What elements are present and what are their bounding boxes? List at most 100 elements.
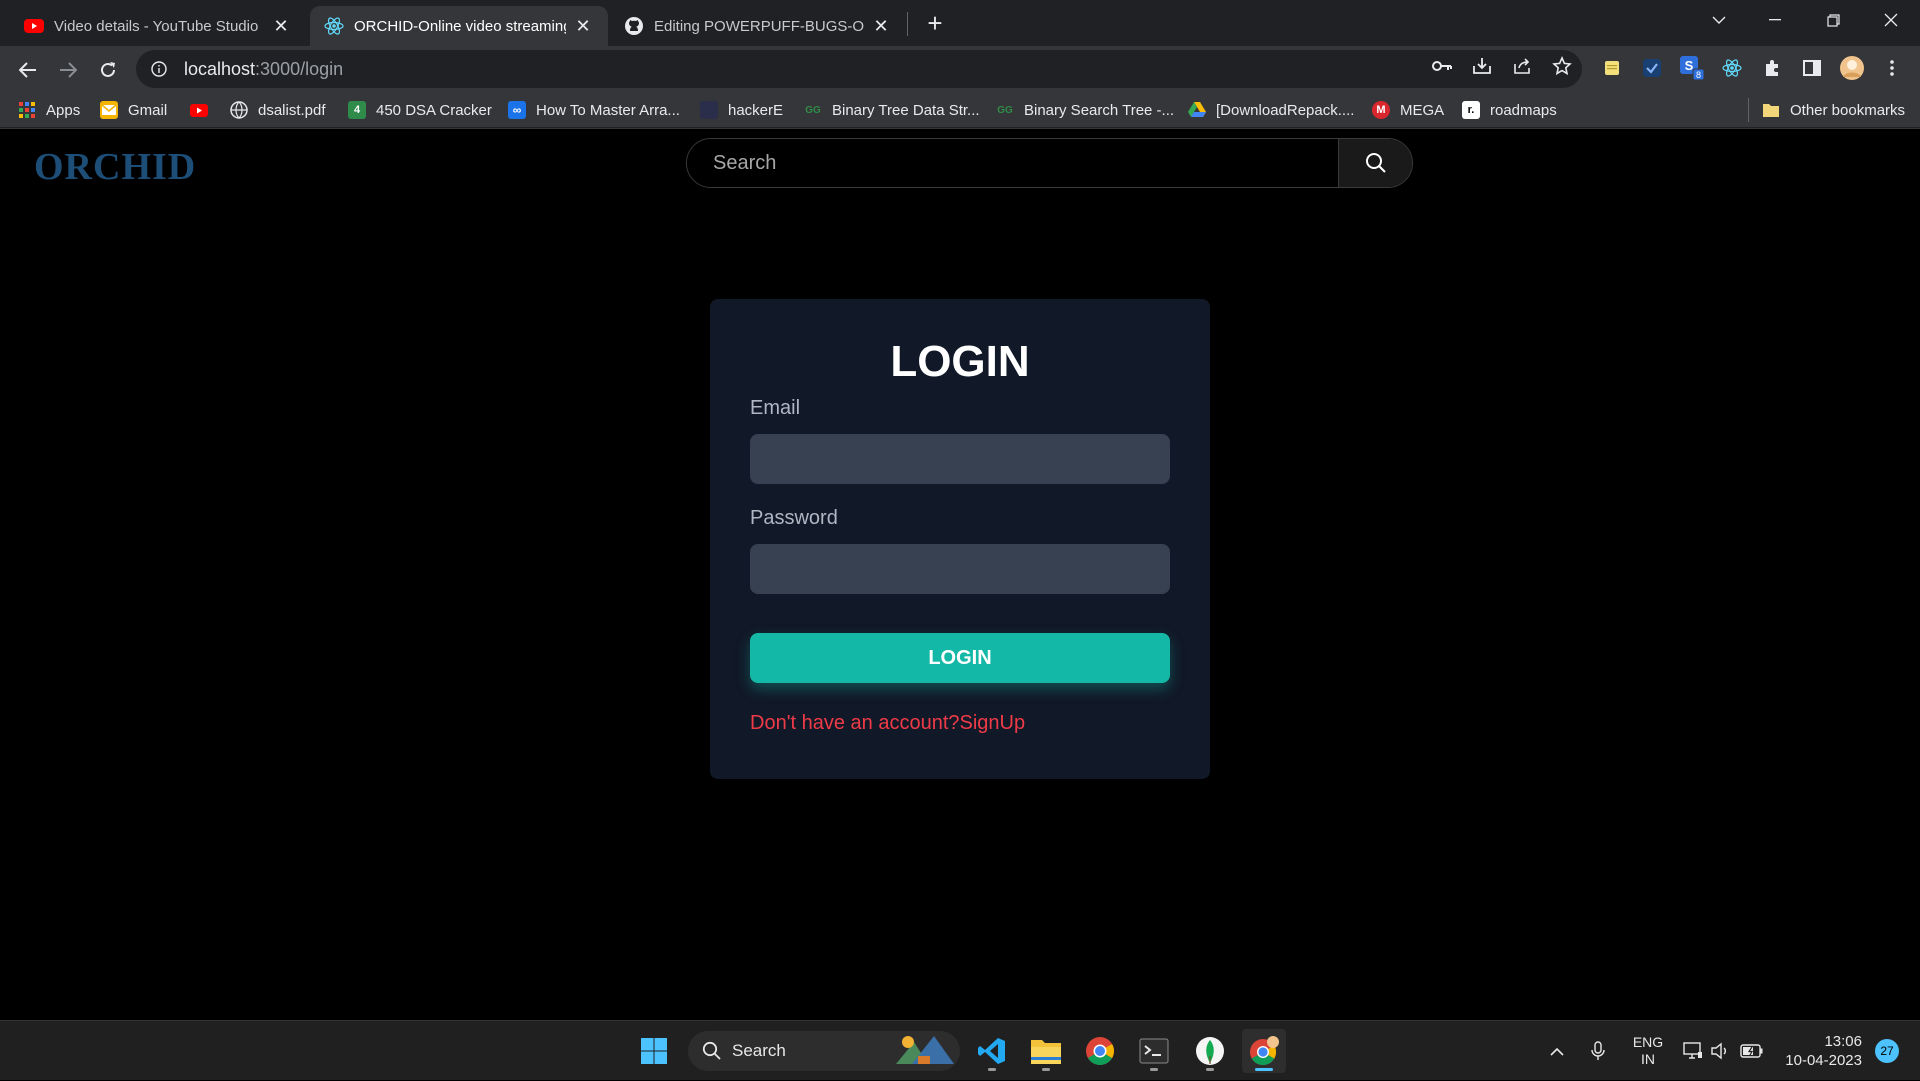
taskbar-search[interactable]: Search <box>688 1031 960 1071</box>
network-icon[interactable] <box>1680 1021 1706 1081</box>
bookmark-roadmaps[interactable]: r. roadmaps <box>1462 98 1557 122</box>
youtube-icon <box>190 101 208 119</box>
bookmark-apps[interactable]: Apps <box>18 98 80 122</box>
login-button[interactable]: LOGIN <box>750 633 1170 683</box>
bookmark-divider <box>1748 98 1749 122</box>
bookmark-dsalist[interactable]: dsalist.pdf <box>230 98 326 122</box>
bookmark-label: hackerE <box>728 101 784 119</box>
chrome-active-taskbar-icon[interactable] <box>1242 1029 1286 1073</box>
side-panel-icon[interactable] <box>1798 54 1826 82</box>
bookmark-label: Apps <box>46 101 81 119</box>
clock-date: 10-04-2023 <box>1785 1052 1862 1069</box>
tab-title: Editing POWERPUFF-BUGS-ORCHID <box>654 17 864 35</box>
bookmark-label: Binary Tree Data Str... <box>832 101 980 119</box>
bookmark-binary-search-tree[interactable]: GG Binary Search Tree -... <box>996 98 1174 122</box>
react-devtools-icon[interactable] <box>1718 54 1746 82</box>
taskbar-search-label: Search <box>732 1041 786 1060</box>
site-search-button[interactable] <box>1338 139 1412 187</box>
key-icon[interactable] <box>1430 54 1454 78</box>
share-icon[interactable] <box>1510 54 1534 78</box>
volume-icon[interactable] <box>1708 1021 1732 1081</box>
puzzle-extensions-icon[interactable] <box>1758 54 1786 82</box>
close-icon[interactable]: ✕ <box>270 15 292 37</box>
bookmark-youtube[interactable] <box>190 98 218 122</box>
bookmark-master-array[interactable]: ∞ How To Master Arra... <box>508 98 680 122</box>
install-app-icon[interactable] <box>1470 54 1494 78</box>
bookmark-other-bookmarks[interactable]: Other bookmarks <box>1762 98 1905 122</box>
file-explorer-taskbar-icon[interactable] <box>1024 1029 1068 1073</box>
email-field[interactable] <box>750 434 1170 484</box>
battery-icon[interactable] <box>1738 1021 1766 1081</box>
close-window-button[interactable] <box>1862 0 1920 40</box>
bookmark-label: Other bookmarks <box>1790 101 1906 119</box>
chrome-taskbar-icon[interactable] <box>1078 1029 1122 1073</box>
close-icon[interactable]: ✕ <box>870 15 892 37</box>
star-icon[interactable] <box>1550 54 1574 78</box>
minimize-button[interactable] <box>1746 0 1804 40</box>
apps-grid-icon <box>18 101 36 119</box>
forward-button[interactable] <box>52 54 84 86</box>
start-button[interactable] <box>632 1029 676 1073</box>
clock-time: 13:06 <box>1824 1033 1862 1050</box>
running-indicator <box>1206 1068 1214 1071</box>
svg-text:8: 8 <box>1696 70 1701 80</box>
checkmark-extension-icon[interactable] <box>1638 54 1666 82</box>
running-indicator <box>1150 1068 1158 1071</box>
signup-link[interactable]: Don't have an account?SignUp <box>750 712 1025 735</box>
windows-taskbar: Search ENG IN 13:06 10-04-2023 27 <box>0 1020 1920 1080</box>
microphone-icon[interactable] <box>1586 1021 1610 1081</box>
url-path: :3000/login <box>255 58 344 79</box>
bookmark-binary-tree[interactable]: GG Binary Tree Data Str... <box>804 98 980 122</box>
skype-extension-icon[interactable]: S8 <box>1678 54 1706 82</box>
tab-youtube-studio[interactable]: Video details - YouTube Studio ✕ <box>10 6 306 46</box>
arrow-right-icon <box>60 62 77 78</box>
input-language-indicator[interactable]: ENG IN <box>1626 1021 1670 1081</box>
site-search-input[interactable] <box>687 139 1338 187</box>
tab-search-button[interactable] <box>1690 0 1748 40</box>
profile-avatar[interactable] <box>1838 54 1866 82</box>
infinity-icon: ∞ <box>508 101 526 119</box>
kebab-menu-icon[interactable] <box>1878 54 1906 82</box>
reload-button[interactable] <box>92 54 124 86</box>
reload-icon <box>101 62 115 77</box>
bookmark-450-dsa[interactable]: 4 450 DSA Cracker <box>348 98 492 122</box>
bookmark-label: [DownloadRepack.... <box>1216 101 1355 119</box>
clock[interactable]: 13:06 10-04-2023 <box>1776 1021 1862 1081</box>
notes-extension-icon[interactable] <box>1598 54 1626 82</box>
search-icon <box>702 1041 721 1060</box>
hackerearth-icon <box>700 101 718 119</box>
tab-separator <box>907 12 908 36</box>
email-label: Email <box>750 397 801 419</box>
restore-button[interactable] <box>1804 0 1862 40</box>
bookmark-gmail[interactable]: Gmail <box>100 98 167 122</box>
info-icon[interactable] <box>148 58 170 80</box>
app-logo[interactable]: ORCHID <box>34 145 196 189</box>
vscode-taskbar-icon[interactable] <box>970 1029 1014 1073</box>
roadmap-icon: r. <box>1462 101 1480 119</box>
address-bar[interactable]: localhost:3000/login <box>136 50 1582 88</box>
show-hidden-icons-button[interactable] <box>1544 1021 1570 1081</box>
login-title: LOGIN <box>890 337 1030 386</box>
bookmark-label: How To Master Arra... <box>536 101 680 119</box>
terminal-taskbar-icon[interactable] <box>1132 1029 1176 1073</box>
close-icon[interactable]: ✕ <box>572 15 594 37</box>
tab-orchid[interactable]: ORCHID-Online video streaming ✕ <box>310 6 608 46</box>
bookmark-download-repack[interactable]: [DownloadRepack.... <box>1188 98 1354 122</box>
browser-tab-strip: Video details - YouTube Studio ✕ ORCHID-… <box>0 0 1920 46</box>
new-tab-button[interactable]: + <box>920 8 950 38</box>
bookmark-hackere[interactable]: hackerE <box>700 98 783 122</box>
language-code: ENG <box>1632 1034 1664 1050</box>
notifications-button[interactable]: 27 <box>1872 1021 1902 1081</box>
tab-github[interactable]: Editing POWERPUFF-BUGS-ORCHID ✕ <box>610 6 906 46</box>
back-button[interactable] <box>12 54 44 86</box>
running-indicator <box>988 1068 996 1071</box>
tab-title: Video details - YouTube Studio <box>54 17 259 35</box>
bookmark-mega[interactable]: M MEGA <box>1372 98 1444 122</box>
mongodb-compass-taskbar-icon[interactable] <box>1188 1029 1232 1073</box>
password-field[interactable] <box>750 544 1170 594</box>
windows-logo-icon <box>641 1038 667 1064</box>
gmail-icon <box>100 101 118 119</box>
page-content: ORCHID LOGIN Email Password LOGIN Don't … <box>0 129 1920 1020</box>
bookmark-label: MEGA <box>1400 101 1445 119</box>
password-label: Password <box>750 507 838 529</box>
